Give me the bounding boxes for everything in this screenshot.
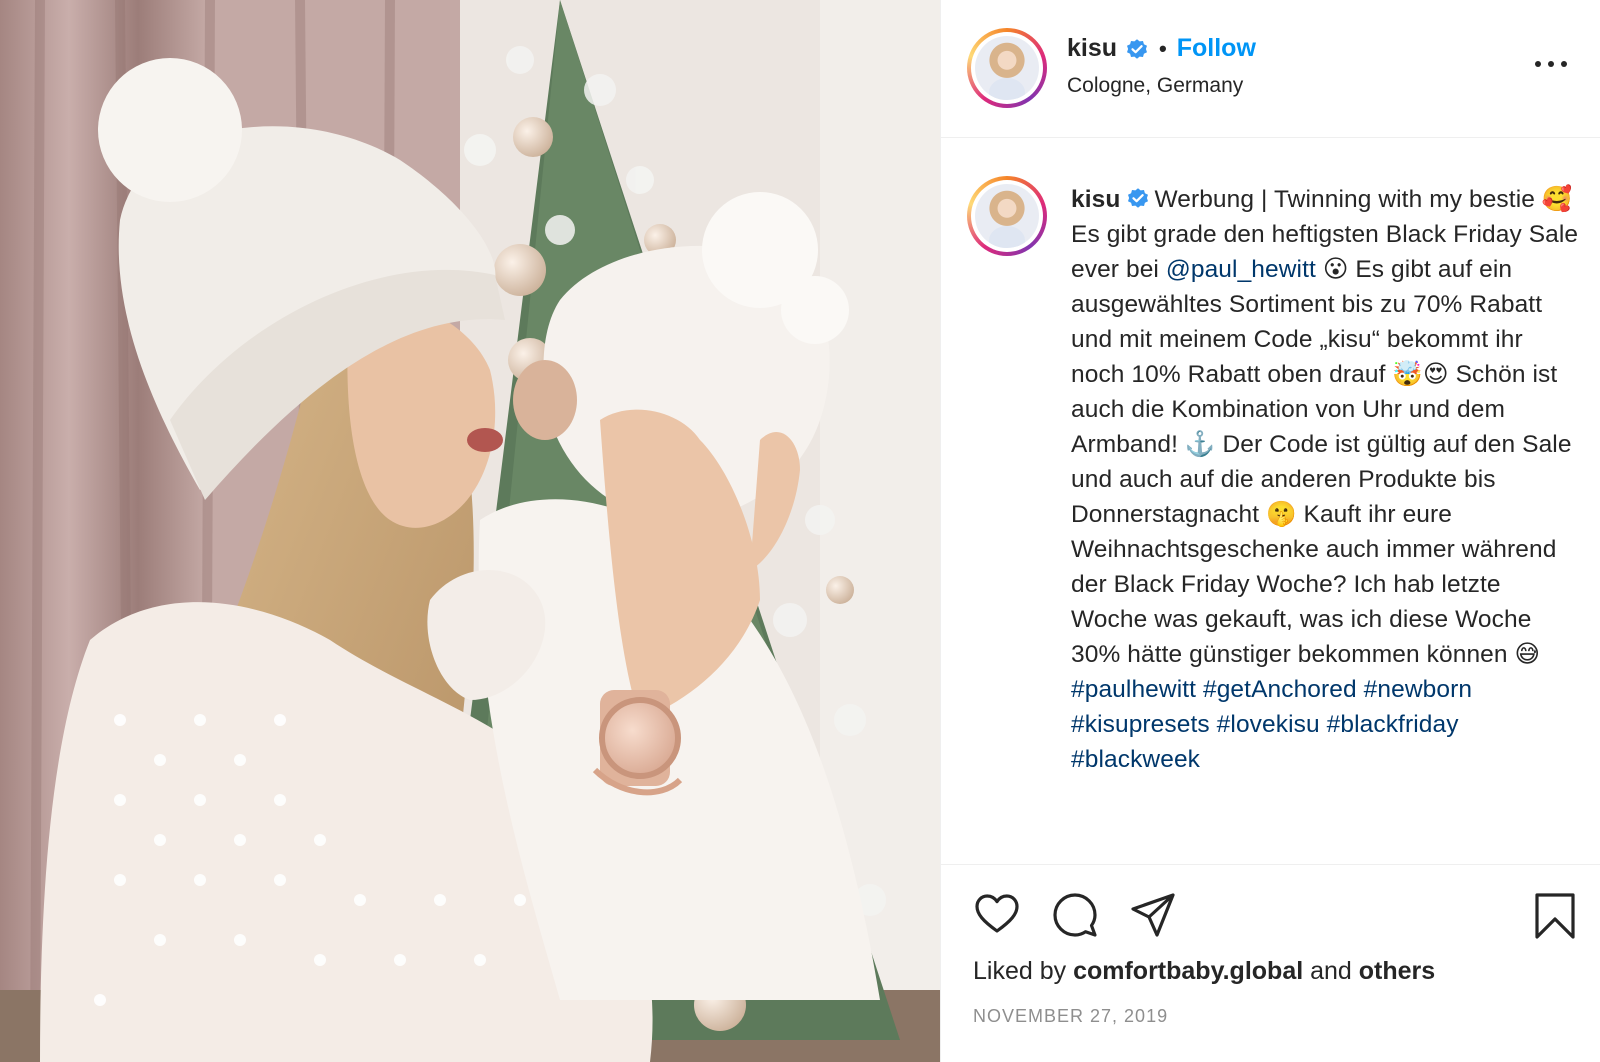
- verified-badge-icon: [1128, 188, 1149, 208]
- comments-scroll-area[interactable]: kisu Werbung | Twinning with my bestie 🥰…: [941, 138, 1600, 864]
- hashtag-link[interactable]: #kisupresets: [1071, 711, 1210, 738]
- avatar-image: [975, 36, 1039, 100]
- hashtag-link[interactable]: #lovekisu: [1217, 711, 1320, 738]
- bookmark-icon[interactable]: [1531, 891, 1579, 939]
- action-bar: [973, 891, 1575, 939]
- mention-link[interactable]: @paul_hewitt: [1166, 256, 1316, 283]
- caption-avatar[interactable]: [967, 176, 1047, 256]
- hashtag-link[interactable]: #newborn: [1364, 676, 1472, 703]
- post-header: kisu • Follow Cologne, Germany: [941, 0, 1600, 138]
- caption-line-1: Werbung | Twinning with my bestie 🥰: [1154, 186, 1573, 213]
- likes-summary: Liked by comfortbaby.global and others: [973, 957, 1435, 986]
- liked-by-user-link[interactable]: comfortbaby.global: [1073, 957, 1303, 985]
- post-date[interactable]: NOVEMBER 27, 2019: [973, 1006, 1168, 1027]
- caption-text-b: 😮 Es gibt auf ein ausgewähltes Sortiment…: [1071, 256, 1572, 668]
- likes-middle: and: [1303, 957, 1359, 985]
- post-photo[interactable]: [0, 0, 940, 1062]
- location-link[interactable]: Cologne, Germany: [1067, 74, 1243, 98]
- share-icon[interactable]: [1129, 891, 1177, 939]
- hashtag-link[interactable]: #paulhewitt: [1071, 676, 1196, 703]
- hashtag-link[interactable]: #blackfriday: [1327, 711, 1459, 738]
- username-link[interactable]: kisu: [1067, 34, 1117, 63]
- post-side-panel: kisu • Follow Cologne, Germany kisu Werb…: [940, 0, 1600, 1062]
- instagram-post: kisu • Follow Cologne, Germany kisu Werb…: [0, 0, 1600, 1062]
- post-footer: Liked by comfortbaby.global and others N…: [941, 864, 1600, 1062]
- post-caption: kisu Werbung | Twinning with my bestie 🥰…: [1071, 182, 1581, 777]
- comment-icon[interactable]: [1051, 891, 1099, 939]
- follow-button[interactable]: Follow: [1177, 34, 1256, 63]
- more-options-icon[interactable]: [1535, 52, 1567, 76]
- separator-dot: •: [1159, 35, 1167, 61]
- header-user-row: kisu • Follow: [1067, 34, 1256, 63]
- caption-avatar-image: [975, 184, 1039, 248]
- likes-prefix: Liked by: [973, 957, 1074, 985]
- hashtag-link[interactable]: #blackweek: [1071, 746, 1200, 773]
- photo-illustration: [0, 0, 940, 1062]
- caption-username-link[interactable]: kisu: [1071, 186, 1120, 213]
- heart-icon[interactable]: [973, 891, 1021, 939]
- verified-badge-icon: [1127, 38, 1148, 59]
- avatar[interactable]: [967, 28, 1047, 108]
- others-link[interactable]: others: [1359, 957, 1435, 985]
- hashtag-link[interactable]: #getAnchored: [1203, 676, 1357, 703]
